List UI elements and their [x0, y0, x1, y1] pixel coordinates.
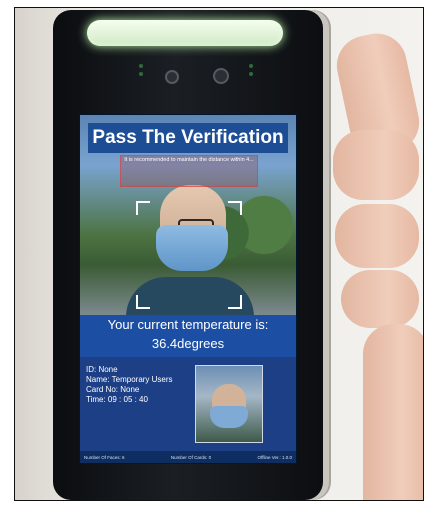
face-recognition-terminal: Pass The Verification It is recommended … [53, 10, 323, 500]
temperature-panel: Your current temperature is: 36.4degrees [80, 315, 296, 357]
cards-count: Number Of Cards: 0 [170, 454, 212, 460]
person-face [126, 185, 254, 317]
offline-version: Offline Ver.: 1.0.0 [257, 454, 292, 460]
thumbnail-mask [210, 406, 248, 428]
temperature-label: Your current temperature is: [107, 317, 269, 332]
card-number: Card No: None [86, 385, 140, 394]
user-info-panel: ID: None Name: Temporary Users Card No: … [80, 357, 296, 451]
distance-hint: It is recommended to maintain the distan… [120, 155, 258, 187]
indicator-dot [139, 72, 143, 76]
finger [341, 270, 419, 328]
device-screen: Pass The Verification It is recommended … [79, 114, 297, 464]
verification-banner: Pass The Verification [88, 123, 288, 153]
face-mask [156, 225, 228, 271]
finger [335, 204, 419, 268]
face-frame-corner [136, 201, 150, 215]
finger [333, 130, 419, 200]
faces-count: Number Of Faces: 6 [84, 454, 125, 460]
verification-title: Pass The Verification [92, 127, 284, 148]
indicator-dot [139, 64, 143, 68]
captured-face-thumbnail [195, 365, 263, 443]
scan-time: Time: 09 : 05 : 40 [86, 395, 148, 404]
camera-preview: Pass The Verification It is recommended … [80, 115, 296, 317]
temperature-value: 36.4degrees [151, 336, 225, 351]
user-name: Name: Temporary Users [86, 375, 173, 384]
face-frame-corner [136, 295, 150, 309]
face-frame-corner [228, 295, 242, 309]
photo-frame: Pass The Verification It is recommended … [14, 7, 424, 501]
ir-sensor-icon [213, 68, 229, 84]
hand [331, 28, 423, 500]
indicator-dot [249, 72, 253, 76]
face-frame-corner [228, 201, 242, 215]
wrist [363, 324, 423, 500]
light-bar [87, 20, 283, 46]
status-bar: Number Of Faces: 6 Number Of Cards: 0 Of… [80, 451, 296, 463]
user-id: ID: None [86, 365, 118, 374]
indicator-dot [249, 64, 253, 68]
camera-lens-icon [165, 70, 179, 84]
